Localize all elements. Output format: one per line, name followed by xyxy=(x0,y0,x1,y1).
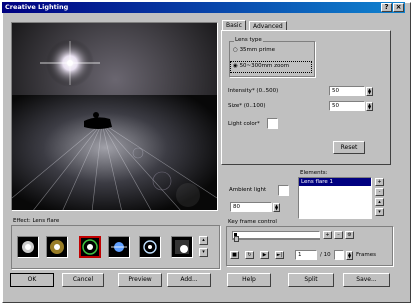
elements-label: Elements: xyxy=(300,170,328,176)
light-color-label: Light color* xyxy=(228,121,260,127)
strip-scroll-down[interactable]: ▾ xyxy=(199,248,208,257)
intensity-spinner[interactable]: ▲ ▼ xyxy=(366,87,373,96)
effect-thumb-6[interactable] xyxy=(171,236,193,258)
total-frames-label: / 10 xyxy=(320,252,331,258)
light-color-swatch[interactable] xyxy=(267,118,278,129)
frames-spinner[interactable]: ▲ ▼ xyxy=(346,251,353,260)
help-button[interactable]: Help xyxy=(227,273,271,287)
keyframe-add-button[interactable]: + xyxy=(323,231,332,239)
effect-thumb-2[interactable] xyxy=(46,236,68,258)
close-icon[interactable]: × xyxy=(393,3,404,12)
remove-element-button[interactable]: - xyxy=(375,188,384,196)
reset-button[interactable]: Reset xyxy=(333,141,365,154)
current-frame-input[interactable]: 1 xyxy=(295,250,317,260)
play-icon[interactable]: ▶ xyxy=(260,251,269,259)
effect-thumb-1[interactable] xyxy=(17,236,39,258)
ambient-color-swatch[interactable] xyxy=(278,185,289,196)
stop-icon[interactable]: ■ xyxy=(230,251,239,259)
keyframe-slider[interactable] xyxy=(232,236,320,242)
ambient-light-label: Ambient light xyxy=(229,187,267,193)
effect-thumb-5[interactable] xyxy=(139,236,161,258)
next-frame-icon[interactable]: ►| xyxy=(275,251,284,259)
radio-50-300mm[interactable]: ◉ 50~300mm zoom xyxy=(233,63,289,69)
cancel-button[interactable]: Cancel xyxy=(62,273,104,287)
ok-button[interactable]: OK xyxy=(10,273,54,287)
window-title: Creative Lighting xyxy=(5,3,69,11)
effect-thumb-4[interactable] xyxy=(108,236,130,258)
total-frames-input[interactable] xyxy=(334,250,344,260)
size-spinner[interactable]: ▲ ▼ xyxy=(366,102,373,111)
elements-list[interactable]: Lens flare 1 xyxy=(298,177,372,219)
split-button[interactable]: Split xyxy=(288,273,334,287)
help-icon[interactable]: ? xyxy=(381,3,392,12)
keyframe-remove-button[interactable]: – xyxy=(334,231,343,239)
add-button[interactable]: Add... xyxy=(167,273,211,287)
preview-canvas[interactable] xyxy=(11,22,218,211)
effect-thumb-3-selected[interactable] xyxy=(79,236,101,258)
lens-flare-scene xyxy=(12,23,217,210)
save-button[interactable]: Save... xyxy=(343,273,390,287)
move-down-button[interactable]: ▾ xyxy=(375,208,384,216)
settings-icon[interactable]: ⚙ xyxy=(345,231,354,239)
keyframe-title: Key frame control xyxy=(228,219,277,225)
effect-label: Effect: Lens flare xyxy=(13,218,60,224)
move-up-button[interactable]: ▴ xyxy=(375,198,384,206)
title-bar[interactable]: Creative Lighting ? × xyxy=(2,2,405,13)
ambient-light-input[interactable]: 80 xyxy=(230,202,272,212)
preview-button[interactable]: Preview xyxy=(118,273,162,287)
loop-icon[interactable]: ↻ xyxy=(245,251,254,259)
strip-scroll-up[interactable]: ▴ xyxy=(199,236,208,245)
add-element-button[interactable]: + xyxy=(375,178,384,186)
size-input[interactable]: 50 xyxy=(329,101,365,111)
size-label: Size* (0..100) xyxy=(228,103,266,109)
radio-35mm[interactable]: ○ 35mm prime xyxy=(233,47,275,53)
ambient-spinner[interactable]: ▲ ▼ xyxy=(273,203,280,212)
intensity-label: Intensity* (0..500) xyxy=(228,88,279,94)
intensity-input[interactable]: 50 xyxy=(329,86,365,96)
lens-type-title: Lens type xyxy=(234,37,263,43)
frames-label: Frames xyxy=(356,252,377,258)
list-item[interactable]: Lens flare 1 xyxy=(299,178,371,186)
